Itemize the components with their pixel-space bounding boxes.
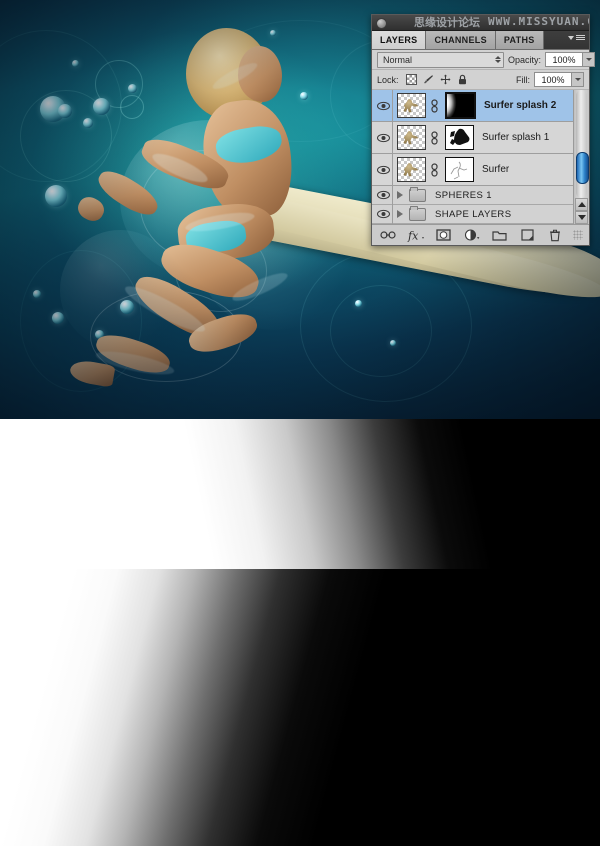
- new-group-icon[interactable]: [489, 227, 509, 243]
- panel-tabs: LAYERS CHANNELS PATHS: [372, 31, 589, 50]
- layer-name: Surfer splash 1: [482, 132, 550, 143]
- new-layer-icon[interactable]: [517, 227, 537, 243]
- chevron-down-icon: [568, 35, 574, 40]
- lock-label: Lock:: [377, 74, 399, 85]
- blend-mode-value: Normal: [383, 54, 413, 65]
- blend-mode-select[interactable]: Normal: [377, 51, 504, 68]
- move-icon[interactable]: [440, 74, 451, 85]
- divider: [392, 121, 393, 154]
- screenshot-root: Layer mask 思缘设计论坛 WWW.MISSYUAN.COM LAYER…: [0, 0, 600, 846]
- group-row-shape-layers[interactable]: SHAPE LAYERS: [372, 204, 589, 224]
- layer-row-surfer-splash-1[interactable]: Surfer splash 1: [372, 121, 589, 154]
- tab-paths[interactable]: PATHS: [495, 31, 544, 49]
- tab-channels[interactable]: CHANNELS: [426, 31, 496, 49]
- fill-dropdown-icon[interactable]: [572, 72, 584, 87]
- group-disclosure-triangle-icon[interactable]: [393, 210, 407, 218]
- brush-icon[interactable]: [423, 74, 434, 85]
- lock-buttons: [405, 74, 468, 85]
- layer-thumbnail[interactable]: [397, 125, 426, 150]
- group-disclosure-triangle-icon[interactable]: [393, 191, 407, 199]
- layer-row-surfer-splash-2[interactable]: Surfer splash 2: [372, 89, 589, 122]
- spinner-icon[interactable]: [495, 56, 501, 63]
- layer-mask-thumbnail[interactable]: [445, 125, 474, 150]
- eye-visibility-icon[interactable]: [374, 165, 392, 175]
- eye-visibility-icon[interactable]: [374, 101, 392, 111]
- scrollbar-arrows: [575, 198, 588, 224]
- panel-close-dot-icon[interactable]: [376, 18, 387, 29]
- opacity-label: Opacity:: [508, 54, 542, 65]
- link-mask-icon[interactable]: [429, 130, 440, 145]
- opacity-dropdown-icon[interactable]: [583, 52, 596, 67]
- panel-resize-grip[interactable]: [572, 230, 583, 240]
- layer-mask-thumbnail[interactable]: [445, 157, 474, 182]
- layer-styles-fx-icon[interactable]: fx: [406, 227, 426, 243]
- link-mask-icon[interactable]: [429, 162, 440, 177]
- layer-thumbnail[interactable]: [397, 157, 426, 182]
- scroll-up-arrow-icon[interactable]: [575, 198, 588, 211]
- layers-scrollbar[interactable]: [573, 90, 589, 224]
- layer-name: Surfer splash 2: [484, 100, 557, 111]
- watermark-url: WWW.MISSYUAN.COM: [488, 15, 589, 28]
- layer-thumbnail[interactable]: [397, 93, 426, 118]
- fill-label: Fill:: [516, 74, 530, 85]
- folder-icon: [409, 205, 426, 221]
- group-name: SHAPE LAYERS: [435, 208, 512, 220]
- layer-name: Surfer: [482, 164, 510, 175]
- eye-visibility-icon[interactable]: [374, 190, 392, 200]
- divider: [392, 89, 393, 122]
- opacity-input[interactable]: 100%: [545, 52, 584, 67]
- layer-mask-thumbnail[interactable]: [445, 92, 476, 119]
- layers-panel-footer: fx: [372, 224, 589, 245]
- scrollbar-thumb[interactable]: [576, 152, 589, 184]
- fill-input[interactable]: 100%: [534, 72, 572, 87]
- folder-icon: [409, 186, 426, 202]
- group-name: SPHERES 1: [435, 189, 492, 201]
- blend-opacity-row: Normal Opacity: 100%: [372, 50, 596, 70]
- scroll-down-arrow-icon[interactable]: [575, 211, 588, 224]
- add-layer-mask-icon[interactable]: [434, 227, 454, 243]
- eye-visibility-icon[interactable]: [374, 209, 392, 219]
- divider: [392, 153, 393, 186]
- mask-gradient-top: [0, 419, 600, 569]
- panel-titlebar[interactable]: 思缘设计论坛 WWW.MISSYUAN.COM: [372, 15, 589, 31]
- transparency-checker-icon[interactable]: [405, 74, 417, 85]
- layers-list: Surfer splash 2 Surfer splash 1 Surfer S…: [372, 89, 589, 224]
- group-row-spheres-1[interactable]: SPHERES 1: [372, 185, 589, 205]
- panel-menu-icon[interactable]: [568, 35, 585, 40]
- lock-icon[interactable]: [457, 74, 468, 85]
- watermark-cn: 思缘设计论坛: [414, 15, 480, 29]
- eye-visibility-icon[interactable]: [374, 133, 392, 143]
- link-mask-icon[interactable]: [429, 98, 440, 113]
- layers-panel: 思缘设计论坛 WWW.MISSYUAN.COM LAYERS CHANNELS …: [371, 14, 596, 246]
- svg-text:fx: fx: [407, 229, 419, 242]
- layer-mask-preview: Layer mask: [0, 419, 600, 846]
- hamburger-icon: [576, 35, 585, 40]
- delete-layer-icon[interactable]: [545, 227, 565, 243]
- link-layers-icon[interactable]: [378, 227, 398, 243]
- adjustment-layer-icon[interactable]: [462, 227, 482, 243]
- lock-fill-row: Lock: Fill: 100%: [372, 70, 589, 90]
- tab-layers[interactable]: LAYERS: [372, 31, 427, 49]
- layer-row-surfer[interactable]: Surfer: [372, 153, 589, 186]
- watermark: 思缘设计论坛 WWW.MISSYUAN.COM: [414, 15, 589, 30]
